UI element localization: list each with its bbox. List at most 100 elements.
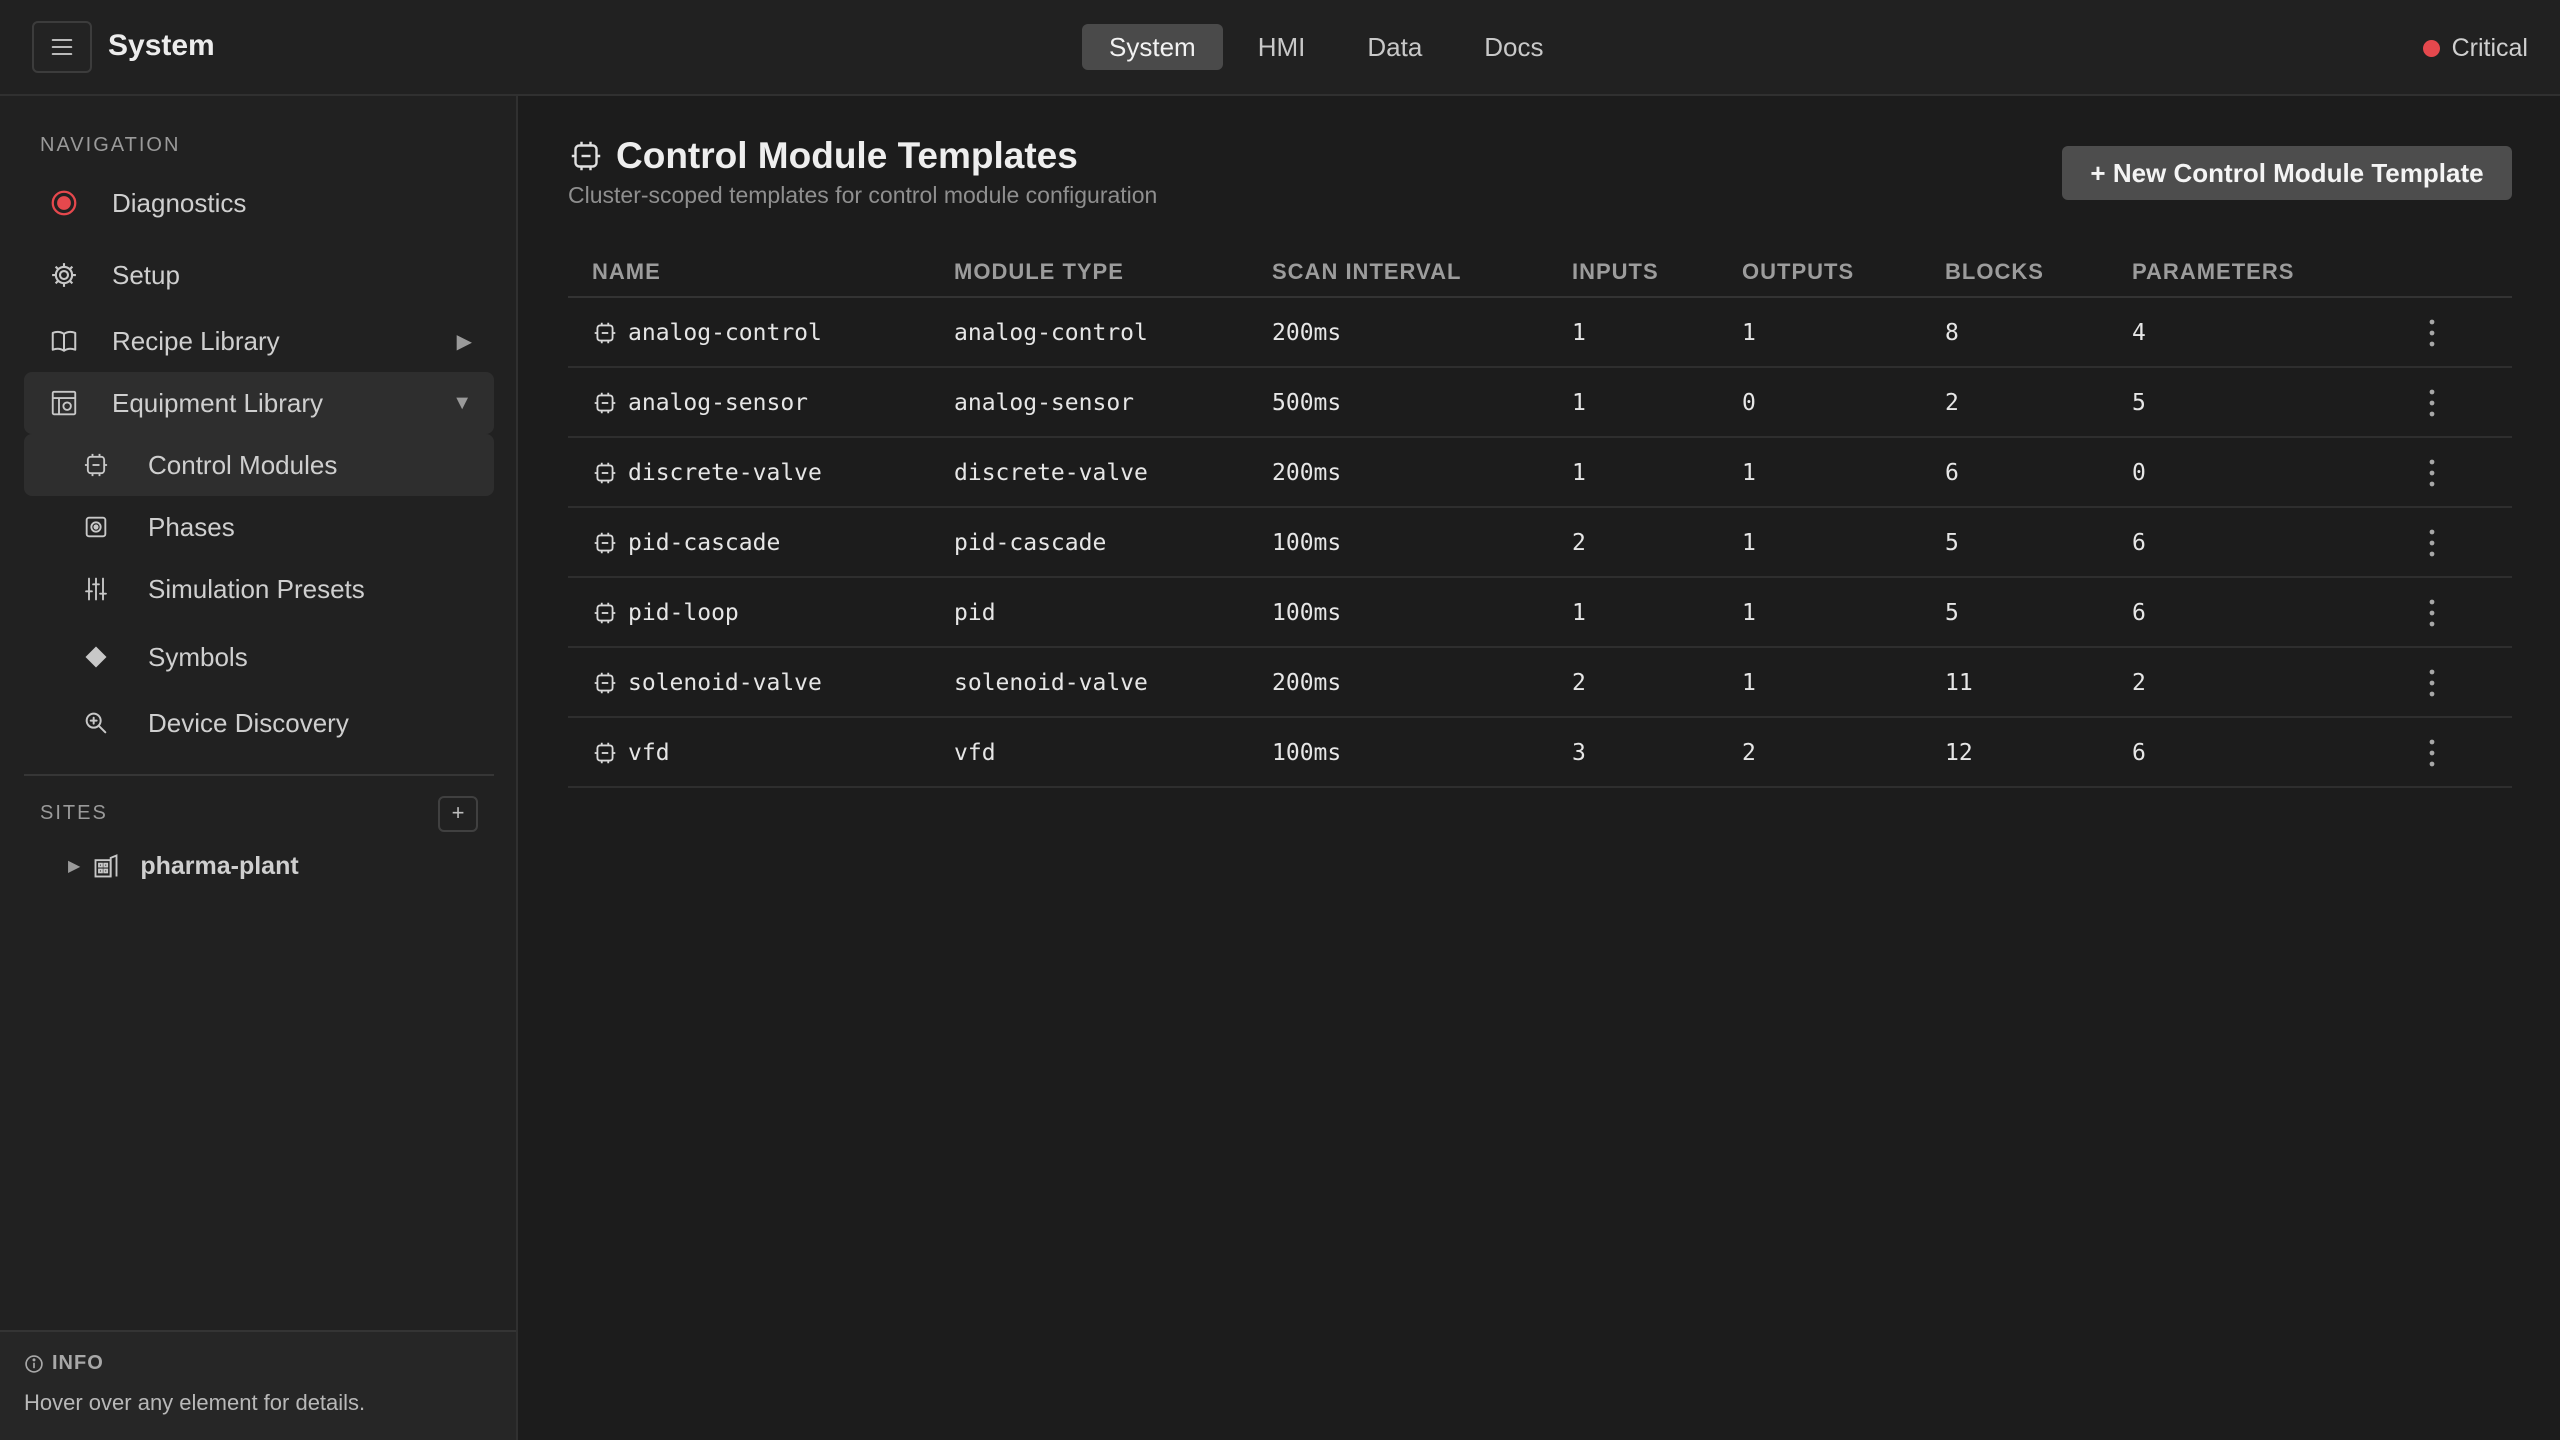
cell-blocks: 11 bbox=[1945, 670, 1973, 696]
cell-inputs: 3 bbox=[1572, 740, 1586, 766]
app-window: System System HMI Data Docs Critical NAV… bbox=[0, 0, 2560, 1440]
hamburger-icon bbox=[51, 39, 73, 55]
new-control-module-template-button[interactable]: + New Control Module Template bbox=[2062, 146, 2512, 200]
cell-name: solenoid-valve bbox=[592, 648, 822, 718]
cell-inputs: 1 bbox=[1572, 600, 1586, 626]
site-item-pharma-plant[interactable]: ▶ pharma-plant bbox=[68, 846, 299, 886]
info-text: Hover over any element for details. bbox=[24, 1390, 366, 1415]
status-indicator[interactable]: Critical bbox=[2422, 30, 2528, 66]
row-actions-button[interactable] bbox=[2416, 662, 2448, 704]
cell-outputs: 1 bbox=[1742, 460, 1756, 486]
table-row[interactable]: analog-control analog-control 200ms 1 1 8 4 bbox=[568, 298, 2512, 368]
sidebar-item-recipe-library[interactable]: Recipe Library ▶ bbox=[24, 310, 494, 372]
cell-parameters: 2 bbox=[2132, 670, 2146, 696]
nav-heading: NAVIGATION bbox=[40, 134, 181, 156]
phase-icon bbox=[78, 509, 114, 545]
cell-inputs: 2 bbox=[1572, 530, 1586, 556]
cell-module-type: vfd bbox=[954, 740, 996, 766]
table-row[interactable]: pid-loop pid 100ms 1 1 5 6 bbox=[568, 578, 2512, 648]
cell-name: discrete-valve bbox=[592, 438, 822, 508]
status-record-icon bbox=[46, 185, 82, 221]
more-vertical-icon bbox=[2429, 529, 2435, 557]
cell-blocks: 5 bbox=[1945, 600, 1959, 626]
row-actions-button[interactable] bbox=[2416, 592, 2448, 634]
book-icon bbox=[46, 323, 82, 359]
main-content: Control Module Templates Cluster-scoped … bbox=[518, 96, 2560, 1440]
top-tabs: System HMI Data Docs bbox=[1082, 24, 1571, 70]
cell-parameters: 5 bbox=[2132, 390, 2146, 416]
more-vertical-icon bbox=[2429, 319, 2435, 347]
tab-hmi[interactable]: HMI bbox=[1231, 24, 1333, 70]
sidebar-item-device-discovery[interactable]: Device Discovery bbox=[24, 692, 494, 754]
sidebar-item-label: Setup bbox=[112, 259, 180, 290]
sidebar-item-setup[interactable]: Setup bbox=[24, 244, 494, 306]
chip-icon bbox=[594, 602, 616, 624]
sidebar-item-label: Simulation Presets bbox=[148, 573, 365, 604]
sidebar-item-simulation-presets[interactable]: Simulation Presets bbox=[24, 558, 494, 620]
sidebar-item-symbols[interactable]: Symbols bbox=[24, 626, 494, 688]
row-actions-button[interactable] bbox=[2416, 382, 2448, 424]
page-title: Control Module Templates bbox=[616, 135, 1078, 176]
table-header: NAME MODULE TYPE SCAN INTERVAL INPUTS OU… bbox=[568, 246, 2512, 298]
add-site-button[interactable]: + bbox=[438, 796, 478, 832]
column-header-parameters[interactable]: PARAMETERS bbox=[2132, 246, 2294, 298]
cell-inputs: 1 bbox=[1572, 390, 1586, 416]
sidebar-item-phases[interactable]: Phases bbox=[24, 496, 494, 558]
table-row[interactable]: discrete-valve discrete-valve 200ms 1 1 6 0 bbox=[568, 438, 2512, 508]
cell-outputs: 1 bbox=[1742, 530, 1756, 556]
table-row[interactable]: analog-sensor analog-sensor 500ms 1 0 2 5 bbox=[568, 368, 2512, 438]
cell-scan-interval: 200ms bbox=[1272, 460, 1342, 486]
cell-inputs: 2 bbox=[1572, 670, 1586, 696]
sidebar-item-diagnostics[interactable]: Diagnostics bbox=[24, 172, 494, 234]
cell-parameters: 6 bbox=[2132, 530, 2146, 556]
sites-heading: SITES bbox=[40, 802, 108, 824]
sidebar-item-equipment-library[interactable]: Equipment Library ▼ bbox=[24, 372, 494, 434]
cell-inputs: 1 bbox=[1572, 460, 1586, 486]
cell-scan-interval: 100ms bbox=[1272, 740, 1342, 766]
sidebar-item-control-modules[interactable]: Control Modules bbox=[24, 434, 494, 496]
table-row[interactable]: pid-cascade pid-cascade 100ms 2 1 5 6 bbox=[568, 508, 2512, 578]
chip-icon bbox=[571, 141, 601, 171]
cell-module-type: analog-control bbox=[954, 320, 1148, 346]
column-header-inputs[interactable]: INPUTS bbox=[1572, 246, 1659, 298]
cell-outputs: 1 bbox=[1742, 320, 1756, 346]
more-vertical-icon bbox=[2429, 669, 2435, 697]
cell-blocks: 2 bbox=[1945, 390, 1959, 416]
tab-system[interactable]: System bbox=[1082, 24, 1223, 70]
building-icon bbox=[94, 854, 118, 878]
column-header-name[interactable]: NAME bbox=[592, 246, 661, 298]
more-vertical-icon bbox=[2429, 599, 2435, 627]
info-panel: INFO Hover over any element for details. bbox=[0, 1330, 516, 1440]
more-vertical-icon bbox=[2429, 459, 2435, 487]
sidebar: NAVIGATION Diagnostics Setup Recipe Libr… bbox=[0, 96, 518, 1440]
column-header-module-type[interactable]: MODULE TYPE bbox=[954, 246, 1124, 298]
more-vertical-icon bbox=[2429, 739, 2435, 767]
table-row[interactable]: solenoid-valve solenoid-valve 200ms 2 1 11 2 bbox=[568, 648, 2512, 718]
sidebar-divider bbox=[24, 774, 494, 776]
cell-outputs: 1 bbox=[1742, 600, 1756, 626]
column-header-blocks[interactable]: BLOCKS bbox=[1945, 246, 2044, 298]
cell-name-text: vfd bbox=[628, 740, 670, 766]
cell-name: analog-control bbox=[592, 298, 822, 368]
cell-parameters: 4 bbox=[2132, 320, 2146, 346]
row-actions-button[interactable] bbox=[2416, 522, 2448, 564]
column-header-scan-interval[interactable]: SCAN INTERVAL bbox=[1272, 246, 1461, 298]
row-actions-button[interactable] bbox=[2416, 312, 2448, 354]
row-actions-button[interactable] bbox=[2416, 732, 2448, 774]
cell-outputs: 1 bbox=[1742, 670, 1756, 696]
tab-docs[interactable]: Docs bbox=[1457, 24, 1570, 70]
cell-parameters: 6 bbox=[2132, 600, 2146, 626]
sidebar-item-label: Phases bbox=[148, 511, 235, 542]
gear-icon bbox=[46, 257, 82, 293]
row-actions-button[interactable] bbox=[2416, 452, 2448, 494]
cell-outputs: 0 bbox=[1742, 390, 1756, 416]
tab-data[interactable]: Data bbox=[1340, 24, 1449, 70]
cell-outputs: 2 bbox=[1742, 740, 1756, 766]
column-header-outputs[interactable]: OUTPUTS bbox=[1742, 246, 1854, 298]
templates-table: NAME MODULE TYPE SCAN INTERVAL INPUTS OU… bbox=[568, 246, 2512, 788]
menu-toggle-button[interactable] bbox=[32, 21, 92, 73]
sidebar-item-label: Equipment Library bbox=[112, 387, 323, 418]
table-row[interactable]: vfd vfd 100ms 3 2 12 6 bbox=[568, 718, 2512, 788]
sidebar-item-label: Recipe Library bbox=[112, 325, 280, 356]
cell-name-text: pid-cascade bbox=[628, 530, 781, 556]
